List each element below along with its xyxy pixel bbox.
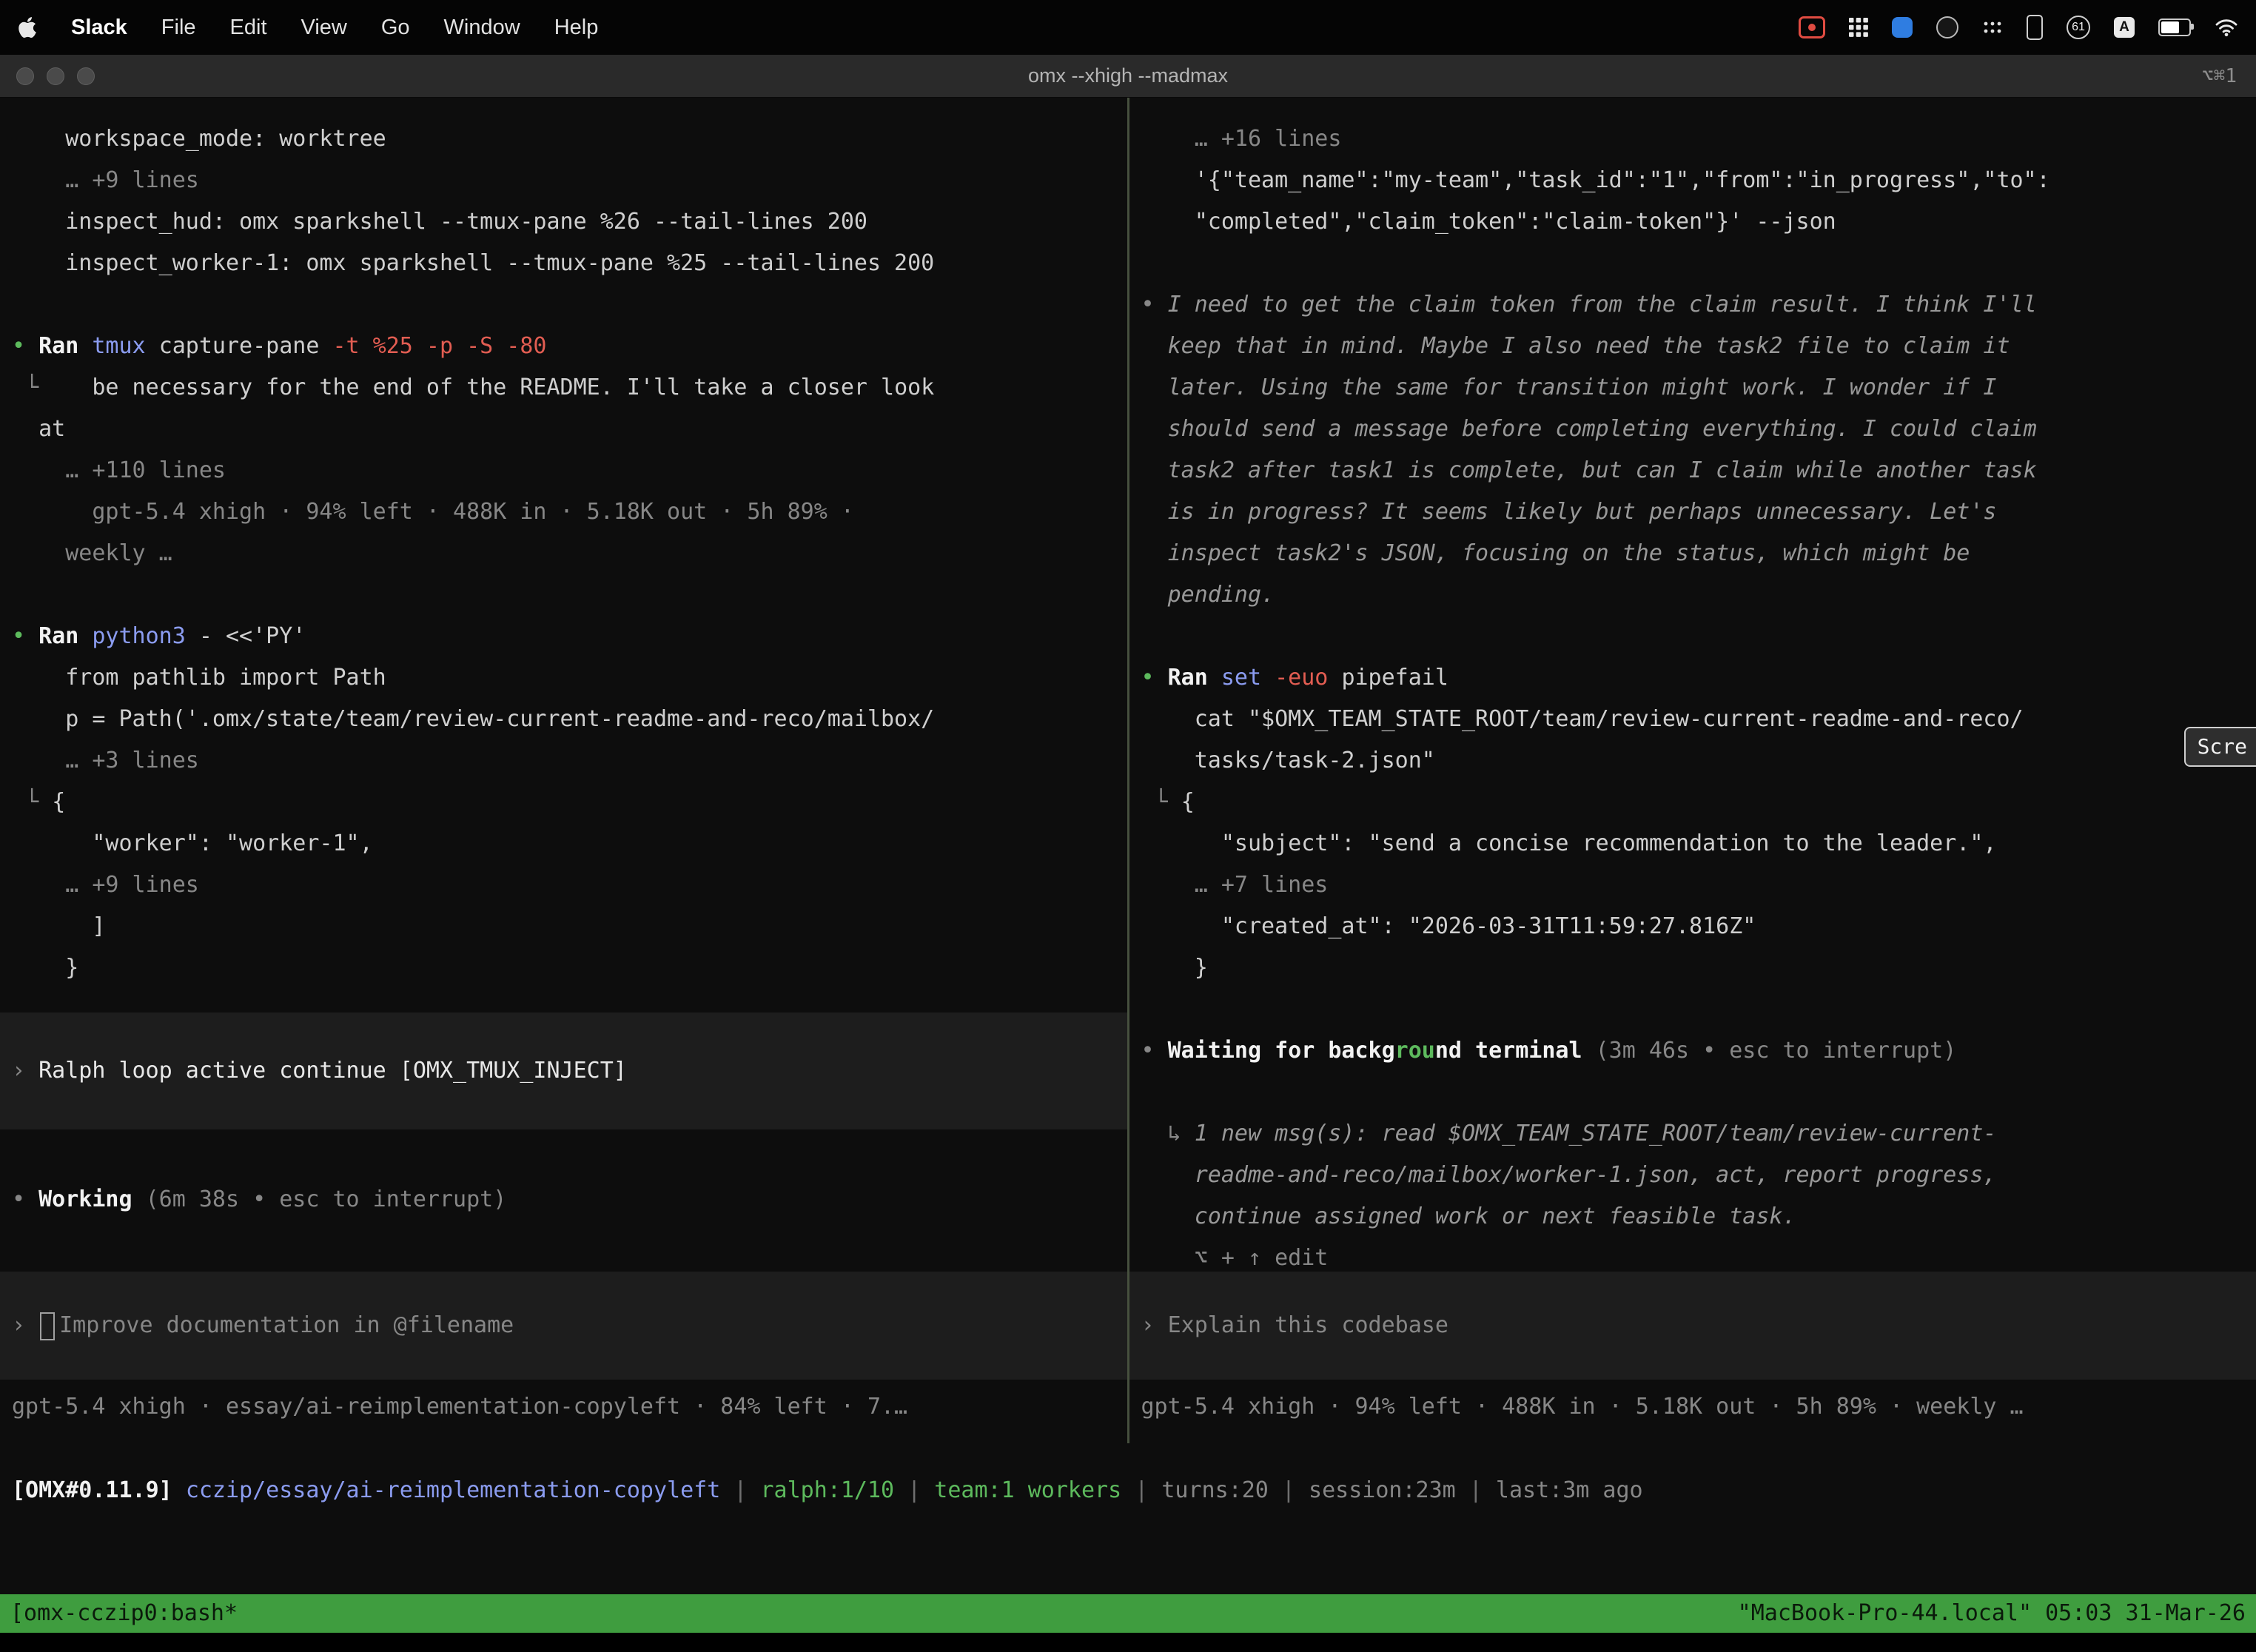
terminal-line: at (12, 409, 1121, 450)
terminal-line (1141, 989, 2251, 1030)
tmux-status-bar: [omx-cczip0:bash* "MacBook-Pro-44.local"… (0, 1594, 2256, 1633)
blue-app-icon[interactable] (1892, 17, 1913, 38)
badge-61[interactable]: 61 (2067, 16, 2090, 39)
right-composer-text: › Explain this codebase (1129, 1305, 2256, 1346)
terminal-line: └ { (12, 782, 1121, 823)
apple-menu-icon[interactable] (18, 16, 37, 39)
terminal-line: ] (12, 906, 1121, 947)
terminal-line: … +3 lines (12, 740, 1121, 782)
working-status: • Working (6m 38s • esc to interrupt) (12, 1179, 1121, 1220)
terminal-line: • Waiting for background terminal (3m 46… (1141, 1030, 2251, 1072)
terminal: workspace_mode: worktree … +9 lines insp… (0, 98, 2256, 1594)
zoom-button[interactable] (77, 67, 95, 85)
device-icon[interactable] (2027, 15, 2043, 40)
terminal-line: • Ran python3 - <<'PY' (12, 616, 1121, 657)
dots-grid-icon[interactable] (1982, 20, 2003, 35)
terminal-line: … +110 lines (12, 450, 1121, 491)
right-status-line: gpt-5.4 xhigh · 94% left · 488K in · 5.1… (1141, 1386, 2251, 1428)
right-pane-log: … +16 lines '{"team_name":"my-team","tas… (1129, 98, 2256, 1279)
menu-item-go[interactable]: Go (381, 16, 410, 40)
terminal-line: gpt-5.4 xhigh · 94% left · 488K in · 5.1… (12, 491, 1121, 533)
terminal-line: weekly … (12, 533, 1121, 574)
window-shortcut: ⌥⌘1 (2202, 65, 2256, 87)
terminal-line: inspect_hud: omx sparkshell --tmux-pane … (12, 201, 1121, 243)
terminal-line (12, 284, 1121, 326)
terminal-line: keep that in mind. Maybe I also need the… (1141, 326, 2251, 367)
terminal-line (1141, 616, 2251, 657)
terminal-line: … +16 lines (1141, 118, 2251, 160)
left-status-line: gpt-5.4 xhigh · essay/ai-reimplementatio… (12, 1386, 1121, 1428)
wifi-icon[interactable] (2215, 18, 2238, 37)
input-source-icon[interactable]: A (2114, 17, 2135, 38)
battery-icon[interactable] (2158, 19, 2191, 36)
terminal-line: inspect task2's JSON, focusing on the st… (1141, 533, 2251, 574)
traffic-lights (0, 67, 95, 85)
terminal-line: … +9 lines (12, 864, 1121, 906)
terminal-line: … +7 lines (1141, 864, 2251, 906)
omx-session-status-bar: [OMX#0.11.9] cczip/essay/ai-reimplementa… (12, 1470, 2256, 1511)
terminal-panes: workspace_mode: worktree … +9 lines insp… (0, 98, 2256, 1489)
terminal-line (1141, 1072, 2251, 1113)
window-title: omx --xhigh --madmax (0, 64, 2256, 87)
menu-item-window[interactable]: Window (444, 16, 520, 40)
terminal-line: cat "$OMX_TEAM_STATE_ROOT/team/review-cu… (1141, 699, 2251, 740)
terminal-line: tasks/task-2.json" (1141, 740, 2251, 782)
grid-icon[interactable] (1849, 18, 1868, 37)
terminal-line: • Ran set -euo pipefail (1141, 657, 2251, 699)
terminal-line: ↳ 1 new msg(s): read $OMX_TEAM_STATE_ROO… (1141, 1113, 2251, 1155)
left-composer-input[interactable]: › Improve documentation in @filename (0, 1272, 1127, 1380)
menu-item-help[interactable]: Help (554, 16, 599, 40)
menu-item-edit[interactable]: Edit (230, 16, 267, 40)
tmux-host-clock: "MacBook-Pro-44.local" 05:03 31-Mar-26 (1738, 1594, 2246, 1633)
terminal-line: • I need to get the claim token from the… (1141, 284, 2251, 326)
left-composer-text: › Improve documentation in @filename (0, 1305, 1127, 1346)
terminal-line: } (1141, 947, 2251, 989)
terminal-line: later. Using the same for transition mig… (1141, 367, 2251, 409)
terminal-line: "worker": "worker-1", (12, 823, 1121, 864)
terminal-line: '{"team_name":"my-team","task_id":"1","f… (1141, 160, 2251, 201)
menu-item-file[interactable]: File (161, 16, 196, 40)
terminal-line: task2 after task1 is complete, but can I… (1141, 450, 2251, 491)
screen-popup[interactable]: Scre (2184, 727, 2256, 767)
left-pane: workspace_mode: worktree … +9 lines insp… (0, 98, 1127, 1489)
terminal-line: should send a message before completing … (1141, 409, 2251, 450)
terminal-line: } (12, 947, 1121, 989)
minimize-button[interactable] (47, 67, 64, 85)
tmux-session-label: [omx-cczip0:bash* (10, 1594, 238, 1633)
terminal-line: … +9 lines (12, 160, 1121, 201)
screen-recording-icon[interactable] (1799, 16, 1825, 38)
terminal-line (12, 574, 1121, 616)
terminal-line: workspace_mode: worktree (12, 118, 1121, 160)
menu-bar: Slack File Edit View Go Window Help 61 A (0, 0, 2256, 55)
ralph-loop-text: › Ralph loop active continue [OMX_TMUX_I… (0, 1050, 1127, 1092)
terminal-line: inspect_worker-1: omx sparkshell --tmux-… (12, 243, 1121, 284)
terminal-line: "completed","claim_token":"claim-token"}… (1141, 201, 2251, 243)
terminal-line: "created_at": "2026-03-31T11:59:27.816Z" (1141, 906, 2251, 947)
window-titlebar: omx --xhigh --madmax ⌥⌘1 (0, 55, 2256, 98)
terminal-line: p = Path('.omx/state/team/review-current… (12, 699, 1121, 740)
terminal-line: └ be necessary for the end of the README… (12, 367, 1121, 409)
close-button[interactable] (16, 67, 34, 85)
right-composer-input[interactable]: › Explain this codebase (1129, 1272, 2256, 1380)
menu-item-view[interactable]: View (301, 16, 347, 40)
left-pane-log: workspace_mode: worktree … +9 lines insp… (0, 98, 1127, 989)
terminal-line (1141, 243, 2251, 284)
ralph-loop-banner[interactable]: › Ralph loop active continue [OMX_TMUX_I… (0, 1013, 1127, 1129)
active-app-menu[interactable]: Slack (71, 16, 127, 40)
terminal-line: is in progress? It seems likely but perh… (1141, 491, 2251, 533)
dark-app-icon[interactable] (1936, 16, 1958, 38)
right-pane: … +16 lines '{"team_name":"my-team","tas… (1129, 98, 2256, 1489)
terminal-line: └ { (1141, 782, 2251, 823)
terminal-line: continue assigned work or next feasible … (1141, 1196, 2251, 1238)
terminal-line: pending. (1141, 574, 2251, 616)
terminal-line: • Ran tmux capture-pane -t %25 -p -S -80 (12, 326, 1121, 367)
terminal-line: "subject": "send a concise recommendatio… (1141, 823, 2251, 864)
terminal-line: readme-and-reco/mailbox/worker-1.json, a… (1141, 1155, 2251, 1196)
terminal-line: from pathlib import Path (12, 657, 1121, 699)
